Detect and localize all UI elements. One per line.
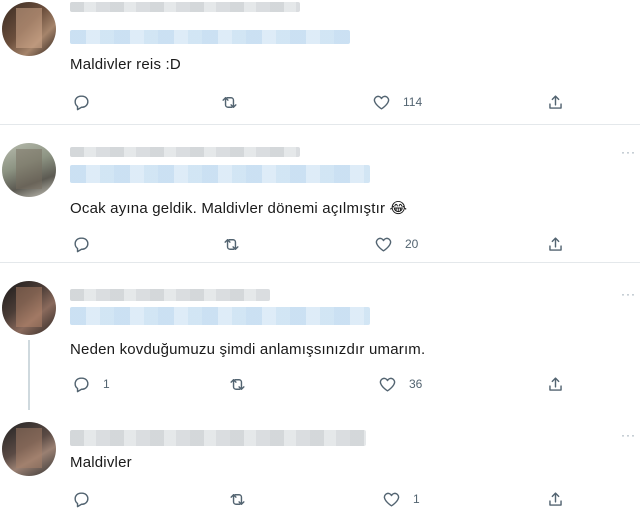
share-icon — [549, 376, 562, 391]
like-button[interactable]: 114 — [372, 91, 422, 113]
reply-button[interactable] — [72, 91, 91, 113]
like-count: 36 — [409, 377, 423, 391]
like-count: 1 — [413, 492, 420, 506]
blurred-username — [70, 289, 270, 301]
like-count: 20 — [405, 237, 419, 251]
tweet-text: Maldivler reis :D — [70, 56, 181, 73]
retweet-button[interactable] — [228, 373, 247, 395]
tweet-text: Ocak ayına geldik. Maldivler dönemi açıl… — [70, 200, 408, 217]
tweet-2[interactable]: ··· Ocak ayına geldik. Maldivler dönemi … — [0, 125, 640, 262]
share-button[interactable] — [546, 373, 565, 395]
like-button[interactable]: 20 — [374, 233, 418, 255]
heart-icon — [373, 95, 390, 110]
reply-icon — [74, 94, 89, 110]
retweet-icon — [224, 238, 239, 250]
blurred-username — [70, 2, 300, 12]
retweet-button[interactable] — [220, 91, 239, 113]
like-button[interactable]: 1 — [382, 488, 420, 510]
reply-icon — [74, 491, 89, 507]
share-button[interactable] — [546, 91, 565, 113]
more-icon[interactable]: ··· — [621, 428, 636, 442]
reply-icon — [74, 236, 89, 252]
avatar[interactable] — [2, 281, 56, 335]
reply-count: 1 — [103, 377, 110, 391]
tweet-3[interactable]: ··· Neden kovduğumuzu şimdi anlamışsınız… — [0, 263, 640, 410]
avatar[interactable] — [2, 143, 56, 197]
tweet-1[interactable]: Maldivler reis :D 114 — [0, 0, 640, 124]
blurred-reply-to — [70, 165, 370, 183]
retweet-icon — [230, 493, 245, 505]
more-icon[interactable]: ··· — [621, 287, 636, 301]
share-icon — [549, 236, 562, 251]
more-icon[interactable]: ··· — [621, 145, 636, 159]
retweet-icon — [222, 96, 237, 108]
blurred-reply-to — [70, 307, 370, 325]
avatar[interactable] — [2, 2, 56, 56]
reply-button[interactable] — [72, 488, 91, 510]
heart-icon — [383, 492, 400, 507]
avatar[interactable] — [2, 422, 56, 476]
share-button[interactable] — [546, 233, 565, 255]
blurred-username — [70, 430, 366, 446]
share-button[interactable] — [546, 488, 565, 510]
retweet-button[interactable] — [222, 233, 241, 255]
thread-line — [28, 340, 30, 410]
heart-icon — [375, 237, 392, 252]
share-icon — [549, 491, 562, 506]
tweet-text: Neden kovduğumuzu şimdi anlamışsınızdır … — [70, 341, 426, 358]
reply-button[interactable]: 1 — [72, 373, 110, 395]
tweet-4[interactable]: ··· Maldivler 1 — [0, 410, 640, 528]
like-count: 114 — [403, 95, 423, 109]
like-button[interactable]: 36 — [378, 373, 422, 395]
heart-icon — [379, 377, 396, 392]
retweet-button[interactable] — [228, 488, 247, 510]
tweet-text: Maldivler — [70, 454, 132, 471]
blurred-username — [70, 147, 300, 157]
reply-icon — [74, 376, 89, 392]
retweet-icon — [230, 378, 245, 390]
blurred-reply-to — [70, 30, 350, 44]
reply-button[interactable] — [72, 233, 91, 255]
share-icon — [549, 94, 562, 109]
